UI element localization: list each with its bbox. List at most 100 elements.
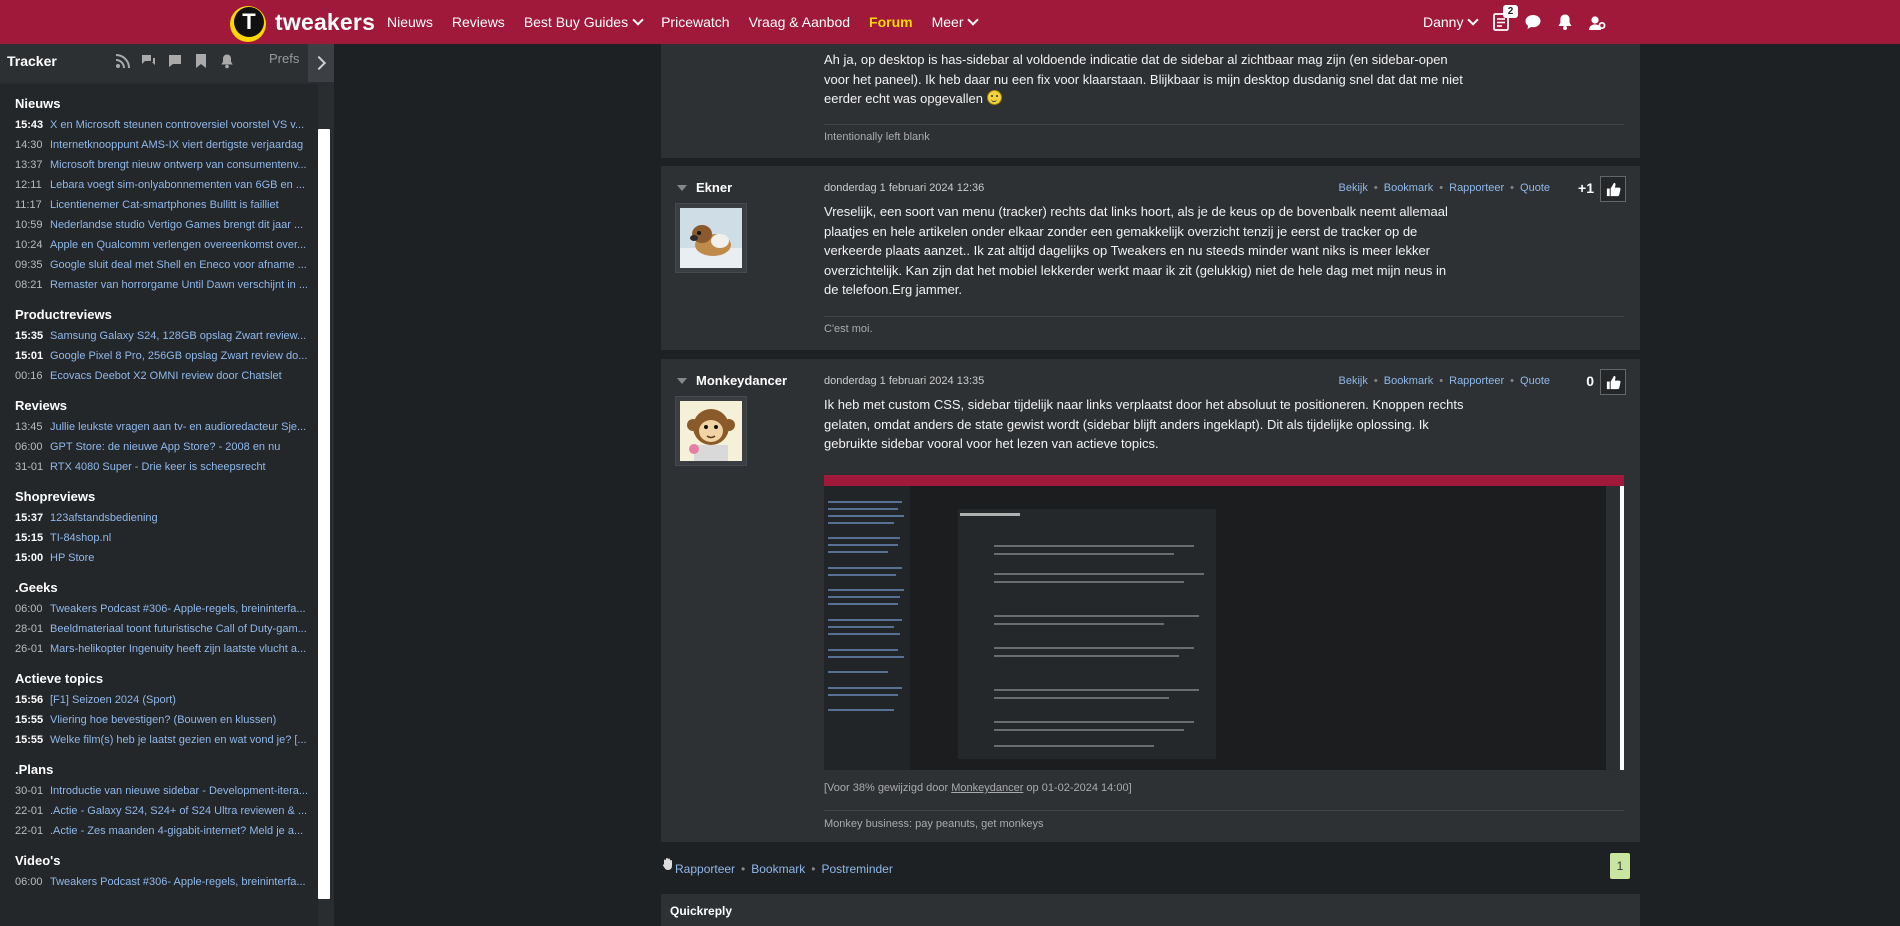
bookmark-topic-link[interactable]: Bookmark [751,862,805,876]
tracker-item[interactable]: 15:15 TI-84shop.nl [0,528,318,548]
tracker-section-heading[interactable]: .Plans [0,759,318,781]
tracker-item-title[interactable]: Ecovacs Deebot X2 OMNI review door Chats… [50,370,282,382]
tracker-item-title[interactable]: Google sluit deal met Shell en Eneco voo… [50,259,307,271]
tracker-item-title[interactable]: Nederlandse studio Vertigo Games brengt … [50,219,303,231]
tracker-item[interactable]: 06:00 Tweakers Podcast #306- Apple-regels… [0,599,318,619]
bell-icon[interactable] [219,53,235,69]
tracker-item[interactable]: 22-01 .Actie - Zes maanden 4-gigabit-inte… [0,821,318,841]
tracker-item-title[interactable]: GPT Store: de nieuwe App Store? - 2008 e… [50,441,280,453]
nav-pricewatch[interactable]: Pricewatch [661,14,729,30]
tracker-item-title[interactable]: Welke film(s) heb je laatst gezien en wa… [50,734,307,746]
nav-vraag-aanbod[interactable]: Vraag & Aanbod [749,14,850,30]
tracker-item[interactable]: 10:24 Apple en Qualcomm verlengen overeen… [0,235,318,255]
tracker-list-icon[interactable]: 2 [1492,5,1518,31]
tracker-item-title[interactable]: Mars-helikopter Ingenuity heeft zijn laa… [50,643,306,655]
rapporteer-link[interactable]: Rapporteer [1449,375,1504,387]
tweakers-logo[interactable]: T tweakers [230,0,375,44]
tracker-section-heading[interactable]: .Geeks [0,577,318,599]
user-menu[interactable]: Danny [1423,0,1480,44]
tracker-item[interactable]: 28-01 Beeldmateriaal toont futuristische … [0,619,318,639]
tracker-item[interactable]: 31-01 RTX 4080 Super - Drie keer is schee… [0,457,318,477]
nav-forum[interactable]: Forum [869,14,913,30]
tracker-section-heading[interactable]: Video's [0,850,318,872]
tracker-item-title[interactable]: Tweakers Podcast #306- Apple-regels, bre… [50,876,306,888]
tracker-item[interactable]: 12:11 Lebara voegt sim-onlyabonnementen v… [0,175,318,195]
edit-author-link[interactable]: Monkeydancer [951,782,1023,794]
post-author[interactable]: Ekner [677,180,732,195]
bookmark-link[interactable]: Bookmark [1384,182,1434,194]
tracker-item[interactable]: 15:55 Vliering hoe bevestigen? (Bouwen en… [0,710,318,730]
comment-icon[interactable] [167,53,183,69]
rapporteer-link[interactable]: Rapporteer [1449,182,1504,194]
tracker-item[interactable]: 15:35 Samsung Galaxy S24, 128GB opslag Zw… [0,326,318,346]
tracker-item[interactable]: 15:01 Google Pixel 8 Pro, 256GB opslag Zw… [0,346,318,366]
tracker-item-title[interactable]: .Actie - Galaxy S24, S24+ of S24 Ultra r… [50,805,307,817]
tracker-item[interactable]: 15:37 123afstandsbediening [0,508,318,528]
bekijk-link[interactable]: Bekijk [1339,375,1368,387]
tracker-item[interactable]: 15:56 [F1] Seizoen 2024 (Sport) [0,690,318,710]
tracker-item-title[interactable]: Vliering hoe bevestigen? (Bouwen en klus… [50,714,276,726]
tracker-item-title[interactable]: Google Pixel 8 Pro, 256GB opslag Zwart r… [50,350,307,362]
tracker-section-heading[interactable]: Reviews [0,395,318,417]
quote-link[interactable]: Quote [1520,375,1550,387]
thumbs-up-button[interactable] [1600,176,1626,202]
rapporteer-topic-link[interactable]: Rapporteer [675,862,735,876]
thumbs-up-button[interactable] [1600,369,1626,395]
tracker-item[interactable]: 15:00 HP Store [0,548,318,568]
tracker-item-title[interactable]: .Actie - Zes maanden 4-gigabit-internet?… [50,825,303,837]
nav-best-buy-guides[interactable]: Best Buy Guides [524,14,644,30]
nav-reviews[interactable]: Reviews [452,14,505,30]
tracker-item[interactable]: 11:17 Licentienemer Cat-smartphones Bulli… [0,195,318,215]
tracker-item-title[interactable]: RTX 4080 Super - Drie keer is scheepsrec… [50,461,266,473]
tracker-item[interactable]: 30-01 Introductie van nieuwe sidebar - De… [0,781,318,801]
tracker-item[interactable]: 15:55 Welke film(s) heb je laatst gezien … [0,730,318,750]
tracker-section-heading[interactable]: Actieve topics [0,668,318,690]
tracker-section-heading[interactable]: Nieuws [0,93,318,115]
tracker-item-title[interactable]: Lebara voegt sim-onlyabonnementen van 6G… [50,179,305,191]
tracker-item-title[interactable]: Licentienemer Cat-smartphones Bullitt is… [50,199,279,211]
tracker-section-heading[interactable]: Shopreviews [0,486,318,508]
nav-meer[interactable]: Meer [932,14,980,30]
messages-icon[interactable] [1524,13,1542,31]
tracker-item[interactable]: 15:43 X en Microsoft steunen controversie… [0,115,318,135]
nav-nieuws[interactable]: Nieuws [387,14,433,30]
tracker-item-title[interactable]: Beeldmateriaal toont futuristische Call … [50,623,307,635]
collapse-sidebar-button[interactable] [308,44,334,82]
quote-link[interactable]: Quote [1520,182,1550,194]
avatar[interactable] [675,396,747,466]
rss-icon[interactable] [115,53,131,69]
bekijk-link[interactable]: Bekijk [1339,182,1368,194]
discussions-icon[interactable] [141,53,157,69]
embedded-screenshot-image[interactable] [824,475,1624,770]
tracker-item[interactable]: 13:45 Jullie leukste vragen aan tv- en au… [0,417,318,437]
tracker-item[interactable]: 06:00 Tweakers Podcast #306- Apple-regels… [0,872,318,892]
tracker-item[interactable]: 09:35 Google sluit deal met Shell en Enec… [0,255,318,275]
bookmark-icon[interactable] [193,53,209,69]
tracker-item-title[interactable]: [F1] Seizoen 2024 (Sport) [50,694,176,706]
tracker-scrollbar[interactable] [318,84,334,926]
bookmark-link[interactable]: Bookmark [1384,375,1434,387]
bell-icon[interactable] [1556,13,1574,31]
tracker-item[interactable]: 14:30 Internetknooppunt AMS-IX viert dert… [0,135,318,155]
tracker-item-title[interactable]: TI-84shop.nl [50,532,111,544]
tracker-item-title[interactable]: Internetknooppunt AMS-IX viert dertigste… [50,139,303,151]
tracker-item-title[interactable]: X en Microsoft steunen controversiel voo… [50,119,304,131]
tracker-item[interactable]: 10:59 Nederlandse studio Vertigo Games br… [0,215,318,235]
tracker-item[interactable]: 06:00 GPT Store: de nieuwe App Store? - 2… [0,437,318,457]
tracker-item-title[interactable]: Jullie leukste vragen aan tv- en audiore… [50,421,306,433]
post-author[interactable]: Monkeydancer [677,373,787,388]
tracker-item[interactable]: 00:16 Ecovacs Deebot X2 OMNI review door … [0,366,318,386]
tracker-item-title[interactable]: 123afstandsbediening [50,512,158,524]
tracker-item[interactable]: 08:21 Remaster van horrorgame Until Dawn … [0,275,318,295]
tracker-item-title[interactable]: Apple en Qualcomm verlengen overeenkomst… [50,239,306,251]
tracker-item-title[interactable]: Microsoft brengt nieuw ontwerp van consu… [50,159,307,171]
tracker-section-heading[interactable]: Productreviews [0,304,318,326]
tracker-item[interactable]: 22-01 .Actie - Galaxy S24, S24+ of S24 Ul… [0,801,318,821]
tracker-item[interactable]: 26-01 Mars-helikopter Ingenuity heeft zij… [0,639,318,659]
avatar[interactable] [675,203,747,273]
page-number-button[interactable]: 1 [1610,853,1630,879]
tracker-item-title[interactable]: Tweakers Podcast #306- Apple-regels, bre… [50,603,306,615]
tracker-scrollbar-thumb[interactable] [318,129,330,899]
tracker-item-title[interactable]: Introductie van nieuwe sidebar - Develop… [50,785,308,797]
tracker-item-title[interactable]: Samsung Galaxy S24, 128GB opslag Zwart r… [50,330,306,342]
